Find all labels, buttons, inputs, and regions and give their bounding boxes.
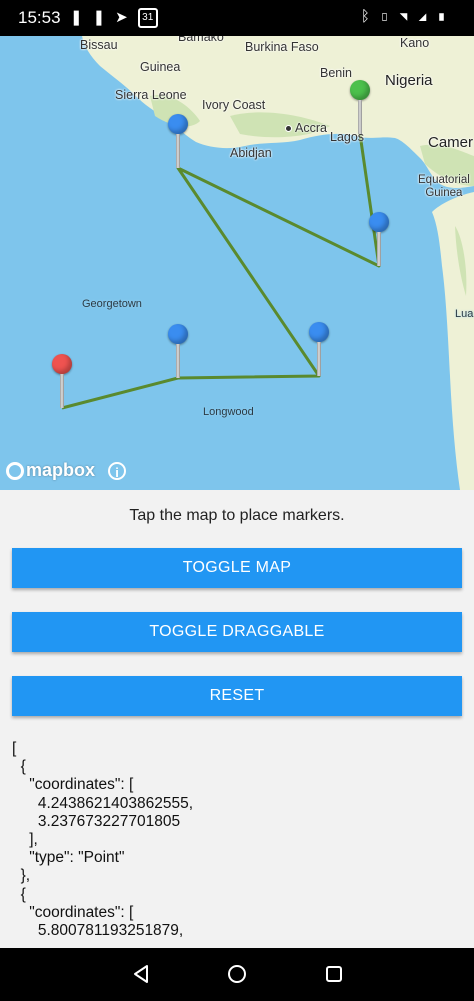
city-dot-accra bbox=[285, 125, 292, 133]
wifi-icon: ◥ bbox=[398, 8, 418, 25]
calendar-icon: 31 bbox=[137, 8, 158, 28]
place-guinea: Guinea bbox=[140, 60, 181, 74]
place-cameroon: Camer bbox=[428, 134, 474, 151]
map-marker[interactable] bbox=[308, 322, 330, 380]
navigation-bar bbox=[0, 948, 474, 1001]
status-right-icons: ᛒ▯◥◢▮ bbox=[361, 8, 456, 25]
place-nigeria: Nigeria bbox=[385, 72, 433, 89]
marker-head bbox=[369, 212, 389, 232]
place-benin: Benin bbox=[320, 66, 352, 80]
home-icon[interactable] bbox=[225, 962, 249, 986]
marker-head bbox=[168, 324, 188, 344]
battery-icon: ▮ bbox=[436, 8, 456, 25]
place-burkina-faso: Burkina Faso bbox=[245, 40, 319, 54]
info-icon[interactable]: i bbox=[108, 462, 126, 480]
map-marker[interactable] bbox=[349, 80, 371, 138]
place-longwood: Longwood bbox=[203, 406, 254, 418]
map-marker[interactable] bbox=[167, 114, 189, 172]
place-kano: Kano bbox=[400, 36, 430, 50]
marker-pin bbox=[176, 344, 180, 378]
coordinates-json-output: [ { "coordinates": [ 4.2438621403862555,… bbox=[12, 740, 193, 940]
marker-head bbox=[350, 80, 370, 100]
hint-text: Tap the map to place markers. bbox=[129, 507, 345, 524]
back-icon[interactable] bbox=[129, 962, 153, 986]
marker-pin bbox=[176, 134, 180, 168]
marker-pin bbox=[377, 232, 381, 266]
marker-head bbox=[52, 354, 72, 374]
status-bar: 15:53 ❚❚➤ 31 ᛒ▯◥◢▮ bbox=[0, 0, 474, 36]
place-lua: Lua bbox=[455, 308, 474, 320]
place-sierra-leone: Sierra Leone bbox=[115, 88, 187, 102]
land-central-africa bbox=[432, 192, 474, 490]
status-time: 15:53 bbox=[18, 8, 61, 27]
land-west-africa bbox=[0, 36, 474, 188]
place-ivory-coast: Ivory Coast bbox=[202, 98, 266, 112]
map-view[interactable]: Bissau Bamako Burkina Faso Kano Guinea B… bbox=[0, 36, 474, 490]
bluetooth-icon: ᛒ bbox=[360, 8, 380, 25]
reset-button[interactable]: RESET bbox=[12, 676, 462, 716]
telegram-icon: ➤ bbox=[115, 9, 138, 26]
mapbox-ring-icon bbox=[6, 462, 24, 480]
place-equatorial-guinea: Equatorial Guinea bbox=[418, 174, 470, 199]
marker-pin bbox=[317, 342, 321, 376]
marker-pin bbox=[358, 100, 362, 134]
map-marker[interactable] bbox=[368, 212, 390, 270]
place-bamako: Bamako bbox=[178, 36, 224, 44]
signal-icon: ◢ bbox=[417, 8, 437, 25]
mapbox-logo[interactable]: mapbox bbox=[6, 460, 95, 482]
route-line bbox=[61, 133, 381, 410]
recents-icon[interactable] bbox=[322, 962, 346, 986]
vibrate-icon: ▯ bbox=[379, 8, 399, 25]
control-panel: Tap the map to place markers. TOGGLE MAP… bbox=[0, 490, 474, 948]
status-left-icons: ❚❚➤ 31 bbox=[70, 8, 158, 28]
pause-icon: ❚❚ bbox=[70, 9, 116, 26]
toggle-map-button[interactable]: TOGGLE MAP bbox=[12, 548, 462, 588]
place-bissau: Bissau bbox=[80, 38, 118, 52]
place-abidjan: Abidjan bbox=[230, 146, 272, 160]
map-marker[interactable] bbox=[51, 354, 73, 412]
marker-head bbox=[309, 322, 329, 342]
place-accra: Accra bbox=[285, 121, 327, 135]
toggle-draggable-button[interactable]: TOGGLE DRAGGABLE bbox=[12, 612, 462, 652]
marker-head bbox=[168, 114, 188, 134]
map-marker[interactable] bbox=[167, 324, 189, 382]
place-georgetown: Georgetown bbox=[82, 298, 142, 310]
marker-pin bbox=[60, 374, 64, 408]
